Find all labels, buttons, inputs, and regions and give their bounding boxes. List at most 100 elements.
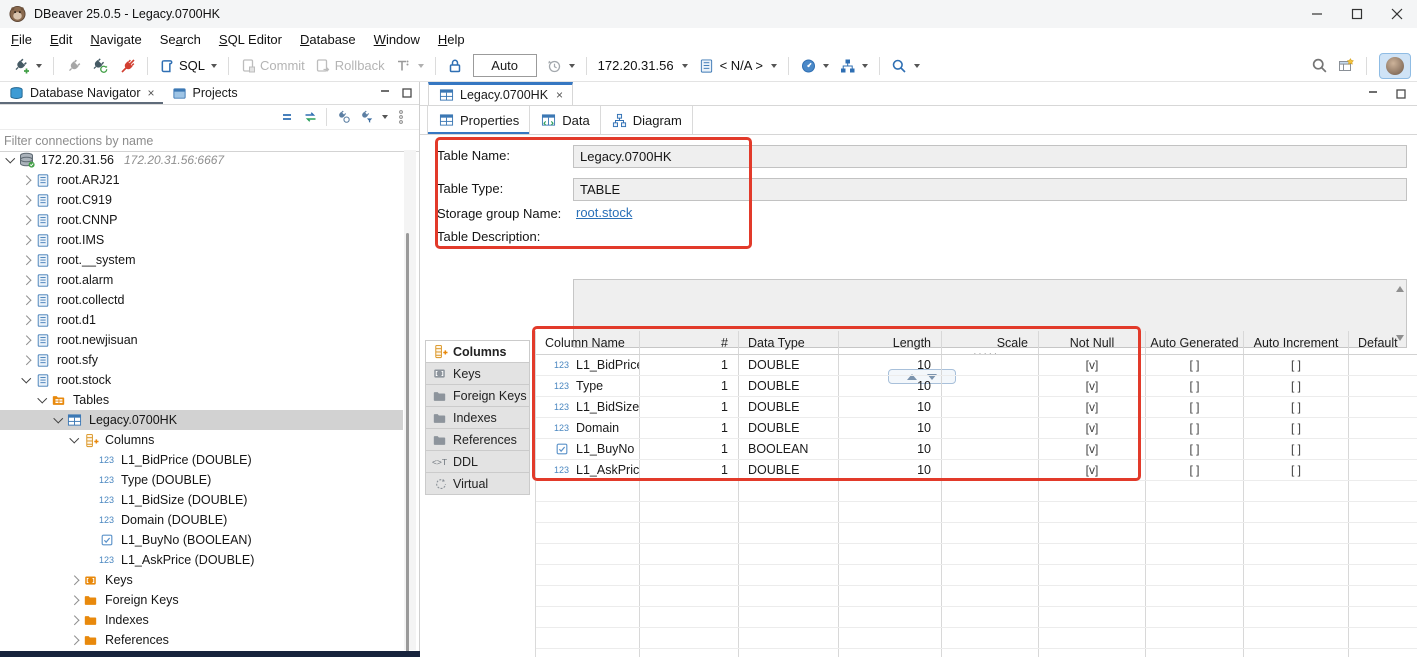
empty-cell[interactable] (640, 586, 739, 606)
menu-database[interactable]: Database (291, 32, 365, 47)
window-minimize-button[interactable] (1297, 0, 1337, 28)
collapse-arrow-icon[interactable] (36, 393, 50, 407)
expand-arrow-icon[interactable] (20, 193, 34, 207)
empty-cell[interactable] (739, 502, 839, 522)
panel-tab-keys[interactable]: Keys (425, 363, 530, 385)
cell-column-name[interactable]: 123L1_BidSize (536, 397, 640, 417)
grid-empty-row[interactable] (536, 628, 1417, 649)
cell[interactable]: 1 (640, 439, 739, 459)
cell[interactable] (1349, 397, 1417, 417)
auto-commit-field[interactable]: Auto (473, 54, 537, 77)
rollback-button[interactable]: Rollback (311, 54, 389, 78)
column-header-default[interactable]: Default (1349, 331, 1417, 354)
panel-minimize-button[interactable] (375, 84, 395, 102)
empty-cell[interactable] (1244, 628, 1349, 648)
empty-cell[interactable] (1146, 649, 1244, 657)
close-icon[interactable]: × (556, 88, 563, 102)
configure-connection-button[interactable] (333, 107, 353, 127)
window-maximize-button[interactable] (1337, 0, 1377, 28)
menu-search[interactable]: Search (151, 32, 210, 47)
cell[interactable] (942, 418, 1039, 438)
empty-cell[interactable] (1146, 481, 1244, 501)
commit-button[interactable]: Commit (236, 54, 309, 78)
collapse-all-button[interactable] (277, 107, 297, 127)
scroll-up-icon[interactable] (1396, 286, 1404, 292)
perspective-button[interactable] (1334, 54, 1359, 78)
cell[interactable]: [ ] (1244, 376, 1349, 396)
tree-item-l1-buyno-boolean[interactable]: L1_BuyNo (BOOLEAN) (0, 530, 403, 550)
cell[interactable]: 10 (839, 355, 942, 375)
empty-cell[interactable] (536, 607, 640, 627)
cell[interactable]: [ ] (1146, 355, 1244, 375)
empty-cell[interactable] (640, 481, 739, 501)
empty-cell[interactable] (1039, 565, 1146, 585)
expand-arrow-icon[interactable] (20, 253, 34, 267)
grid-empty-row[interactable] (536, 544, 1417, 565)
empty-cell[interactable] (739, 607, 839, 627)
empty-cell[interactable] (1039, 481, 1146, 501)
tree-item-foreign-keys[interactable]: Foreign Keys (0, 590, 403, 610)
grid-empty-row[interactable] (536, 523, 1417, 544)
expand-arrow-icon[interactable] (20, 213, 34, 227)
cell[interactable]: [v] (1039, 460, 1146, 480)
link-with-editor-button[interactable] (300, 107, 320, 127)
empty-cell[interactable] (1039, 649, 1146, 657)
panel-tab-virtual[interactable]: Virtual (425, 473, 530, 495)
column-header-length[interactable]: Length (839, 331, 942, 354)
empty-cell[interactable] (1146, 502, 1244, 522)
tree-item-root-system[interactable]: root.__system (0, 250, 403, 270)
tree-item-indexes[interactable]: Indexes (0, 610, 403, 630)
subtab-diagram[interactable]: Diagram (601, 106, 693, 134)
empty-cell[interactable] (739, 481, 839, 501)
cell[interactable]: [v] (1039, 376, 1146, 396)
empty-cell[interactable] (942, 607, 1039, 627)
expand-arrow-icon[interactable] (20, 333, 34, 347)
cell[interactable] (1349, 460, 1417, 480)
collapse-arrow-icon[interactable] (68, 433, 82, 447)
tree-item-domain-double[interactable]: 123Domain (DOUBLE) (0, 510, 403, 530)
window-close-button[interactable] (1377, 0, 1417, 28)
tree-item-root-sfy[interactable]: root.sfy (0, 350, 403, 370)
cell[interactable]: 1 (640, 376, 739, 396)
empty-cell[interactable] (1244, 544, 1349, 564)
tree-item-type-double[interactable]: 123Type (DOUBLE) (0, 470, 403, 490)
cell-column-name[interactable]: 123L1_AskPrice (536, 460, 640, 480)
empty-cell[interactable] (640, 649, 739, 657)
cell[interactable]: [v] (1039, 439, 1146, 459)
cell[interactable] (1349, 355, 1417, 375)
tree-scrollbar[interactable] (404, 150, 416, 650)
expand-arrow-icon[interactable] (20, 293, 34, 307)
empty-cell[interactable] (536, 628, 640, 648)
connect-button[interactable] (61, 54, 86, 78)
empty-cell[interactable] (640, 523, 739, 543)
menu-sql-editor[interactable]: SQL Editor (210, 32, 291, 47)
empty-cell[interactable] (1146, 628, 1244, 648)
cell[interactable]: [v] (1039, 355, 1146, 375)
empty-cell[interactable] (640, 502, 739, 522)
grid-row-l1-bidprice[interactable]: 123L1_BidPrice1DOUBLE10[v][ ][ ] (536, 355, 1417, 376)
grid-row-domain[interactable]: 123Domain1DOUBLE10[v][ ][ ] (536, 418, 1417, 439)
cell-column-name[interactable]: 123Type (536, 376, 640, 396)
expand-arrow-icon[interactable] (20, 353, 34, 367)
storage-group-link[interactable]: root.stock (576, 205, 632, 220)
cell[interactable]: [ ] (1146, 460, 1244, 480)
empty-cell[interactable] (536, 565, 640, 585)
cell[interactable]: [ ] (1244, 439, 1349, 459)
grid-empty-row[interactable] (536, 586, 1417, 607)
tree-item-l1-askprice-double[interactable]: 123L1_AskPrice (DOUBLE) (0, 550, 403, 570)
empty-cell[interactable] (1349, 523, 1417, 543)
connection-selector[interactable]: 172.20.31.56 (593, 54, 693, 78)
menu-edit[interactable]: Edit (41, 32, 81, 47)
empty-cell[interactable] (536, 544, 640, 564)
grid-empty-row[interactable] (536, 649, 1417, 657)
network-button[interactable] (835, 54, 872, 78)
empty-cell[interactable] (1039, 502, 1146, 522)
tree-item-columns[interactable]: Columns (0, 430, 403, 450)
empty-cell[interactable] (942, 586, 1039, 606)
empty-cell[interactable] (839, 649, 942, 657)
menu-help[interactable]: Help (429, 32, 474, 47)
empty-cell[interactable] (1244, 586, 1349, 606)
expand-arrow-icon[interactable] (68, 573, 82, 587)
column-header-auto-increment[interactable]: Auto Increment (1244, 331, 1349, 354)
grid-row-l1-askprice[interactable]: 123L1_AskPrice1DOUBLE10[v][ ][ ] (536, 460, 1417, 481)
